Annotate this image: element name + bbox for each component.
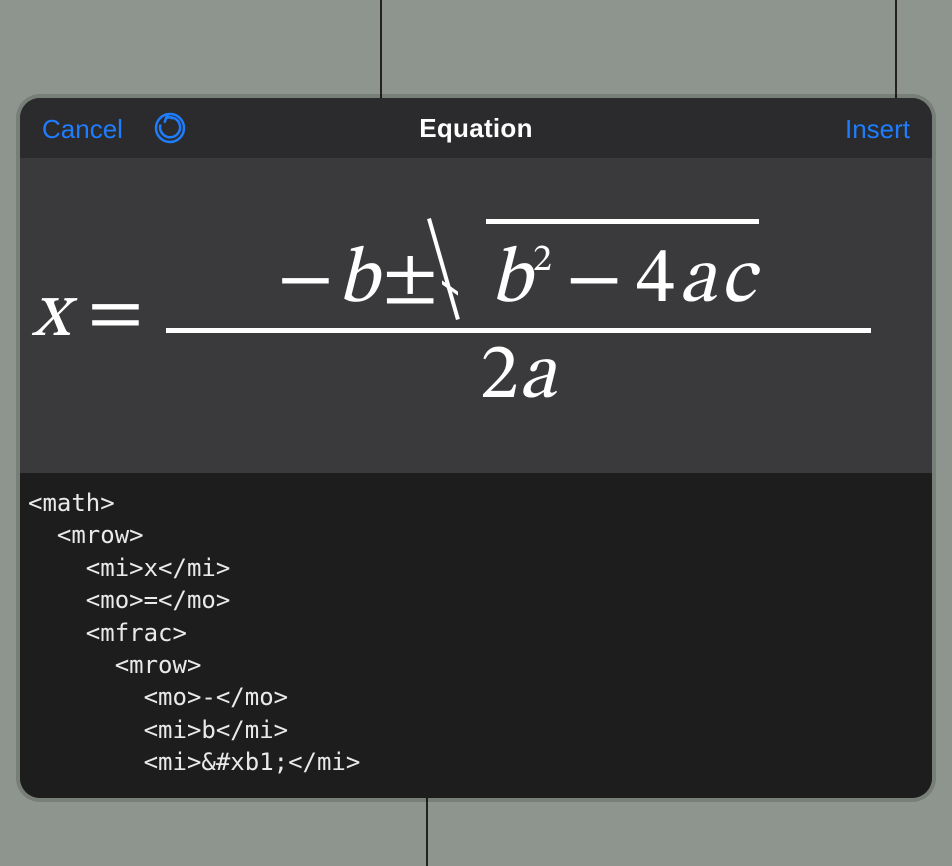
radicand: b 2 − 4 a c xyxy=(486,219,759,320)
numer-plusminus: ± xyxy=(382,242,438,320)
callout-line-bottom-code xyxy=(426,790,428,866)
numer-sqrt: b 2 − 4 a c xyxy=(442,210,759,320)
equation-preview-pane: x = − b ± b 2 − xyxy=(20,158,932,473)
screenshot-canvas: Cancel Equation Insert x = − b xyxy=(0,0,952,866)
equation-lhs-x: x xyxy=(32,276,69,354)
numer-b: b xyxy=(337,242,378,320)
undo-icon xyxy=(153,111,187,145)
equation-fraction: − b ± b 2 − 4 a xyxy=(166,210,871,421)
mathml-source-editor[interactable]: <math> <mrow> <mi>x</mi> <mo>=</mo> <mfr… xyxy=(20,473,932,798)
denom-a: a xyxy=(519,338,556,416)
rad-4: 4 xyxy=(636,242,675,320)
equation-numerator: − b ± b 2 − 4 a xyxy=(277,210,759,322)
equation-denominator: 2a xyxy=(480,335,556,421)
rad-minus: − xyxy=(566,242,622,320)
equation-editor-dialog: Cancel Equation Insert x = − b xyxy=(20,98,932,798)
dialog-title: Equation xyxy=(419,113,533,144)
rad-c: c xyxy=(720,242,755,320)
callout-line-top-insert xyxy=(895,0,897,108)
cancel-button[interactable]: Cancel xyxy=(42,114,123,145)
rad-a: a xyxy=(679,242,716,320)
rad-b: b xyxy=(490,242,531,320)
numer-minus: − xyxy=(277,242,333,320)
fraction-bar xyxy=(166,328,871,333)
equation-equals: = xyxy=(87,276,143,354)
rendered-equation: x = − b ± b 2 − xyxy=(32,210,871,421)
dialog-toolbar: Cancel Equation Insert xyxy=(20,98,932,158)
undo-button[interactable] xyxy=(150,108,190,148)
insert-button[interactable]: Insert xyxy=(845,114,910,145)
denom-2: 2 xyxy=(480,338,519,416)
rad-exponent-2: 2 xyxy=(533,242,552,280)
